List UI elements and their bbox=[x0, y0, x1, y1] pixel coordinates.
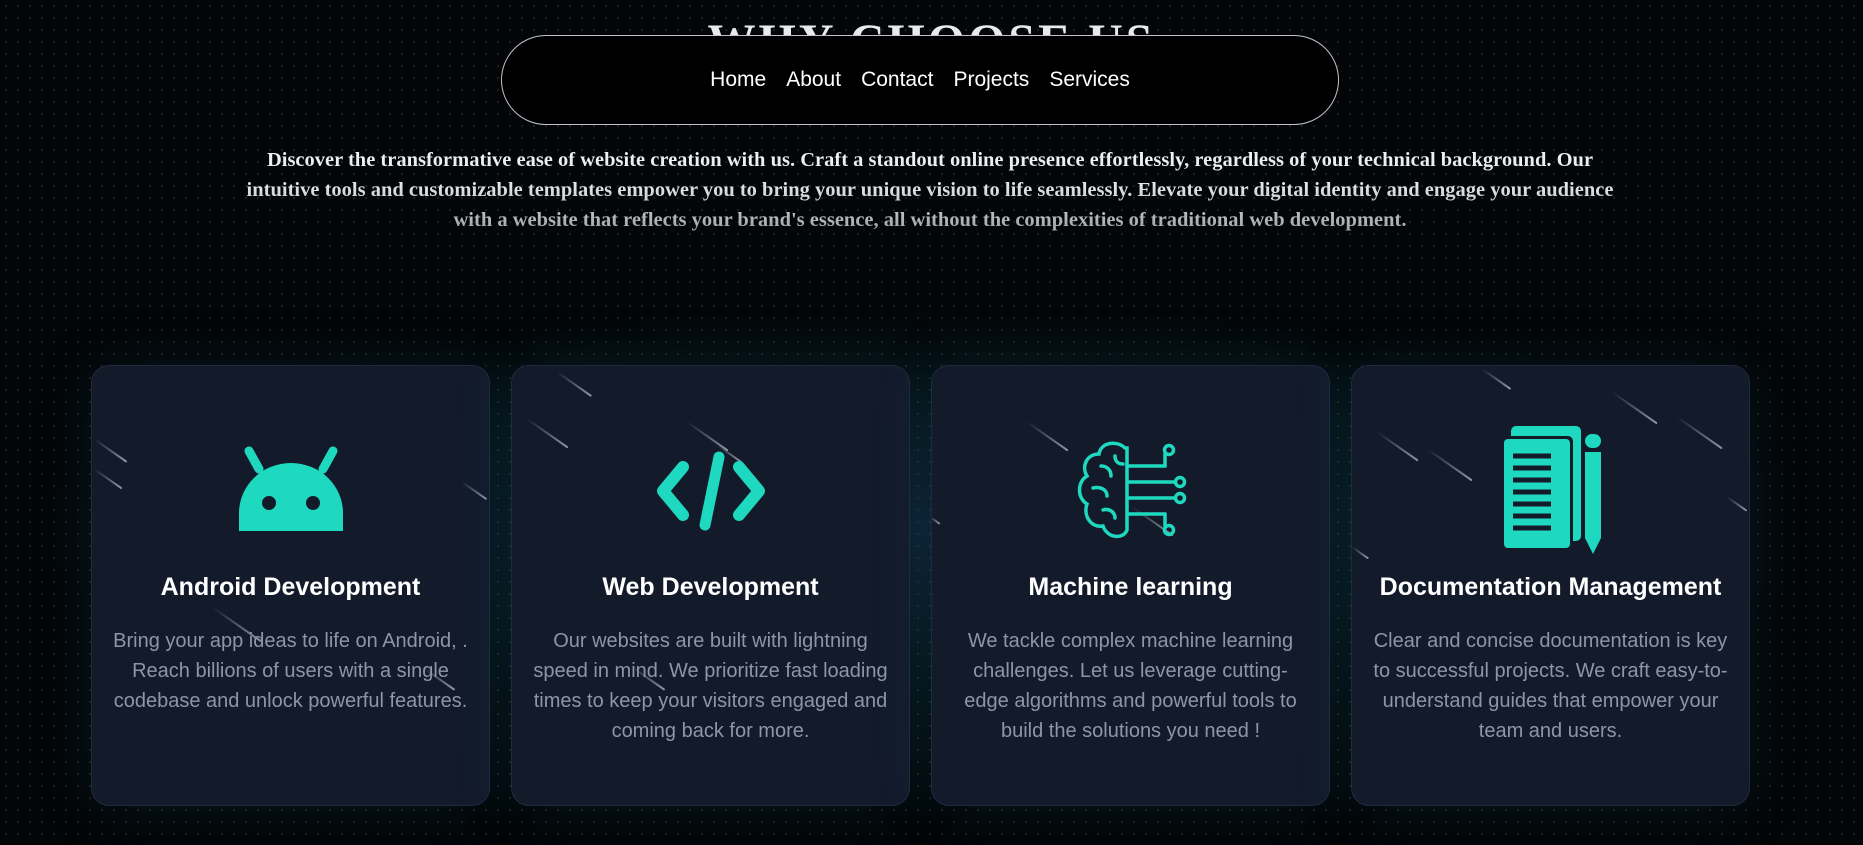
decorative-streak bbox=[1426, 448, 1473, 482]
card-title: Web Development bbox=[602, 573, 819, 601]
nav-link-services[interactable]: Services bbox=[1049, 68, 1130, 92]
service-card-machine-learning: Machine learning We tackle complex machi… bbox=[931, 365, 1330, 806]
decorative-streak bbox=[93, 438, 128, 463]
nav-link-projects[interactable]: Projects bbox=[953, 68, 1029, 92]
decorative-streak bbox=[461, 481, 488, 501]
documents-pencil-icon bbox=[1481, 421, 1621, 561]
decorative-streak bbox=[1726, 496, 1748, 512]
android-icon bbox=[221, 421, 361, 561]
decorative-streak bbox=[556, 371, 592, 397]
decorative-streak bbox=[1376, 431, 1419, 462]
card-description: We tackle complex machine learning chall… bbox=[964, 630, 1297, 742]
decorative-streak bbox=[1481, 368, 1512, 390]
decorative-streak bbox=[1611, 391, 1658, 425]
nav-link-contact[interactable]: Contact bbox=[861, 68, 933, 92]
decorative-streak bbox=[932, 516, 941, 525]
service-card-android: Android Development Bring your app ideas… bbox=[91, 365, 490, 806]
card-title: Machine learning bbox=[1028, 573, 1233, 601]
card-description: Bring your app ideas to life on Android,… bbox=[113, 630, 468, 712]
card-title: Android Development bbox=[160, 573, 421, 601]
decorative-streak bbox=[93, 468, 123, 490]
navbar: Home About Contact Projects Services bbox=[501, 35, 1339, 125]
decorative-streak bbox=[1676, 416, 1723, 450]
decorative-streak bbox=[1352, 546, 1369, 560]
brain-circuit-icon bbox=[1061, 421, 1201, 561]
decorative-streak bbox=[526, 418, 569, 449]
service-card-web: Web Development Our websites are built w… bbox=[511, 365, 910, 806]
intro-paragraph: Discover the transformative ease of webs… bbox=[240, 145, 1620, 235]
nav-link-about[interactable]: About bbox=[786, 68, 841, 92]
card-description: Clear and concise documentation is key t… bbox=[1373, 630, 1728, 742]
code-icon bbox=[641, 421, 781, 561]
card-title: Documentation Management bbox=[1379, 573, 1722, 601]
card-description: Our websites are built with lightning sp… bbox=[533, 630, 888, 742]
service-card-documentation: Documentation Management Clear and conci… bbox=[1351, 365, 1750, 806]
nav-link-home[interactable]: Home bbox=[710, 68, 766, 92]
